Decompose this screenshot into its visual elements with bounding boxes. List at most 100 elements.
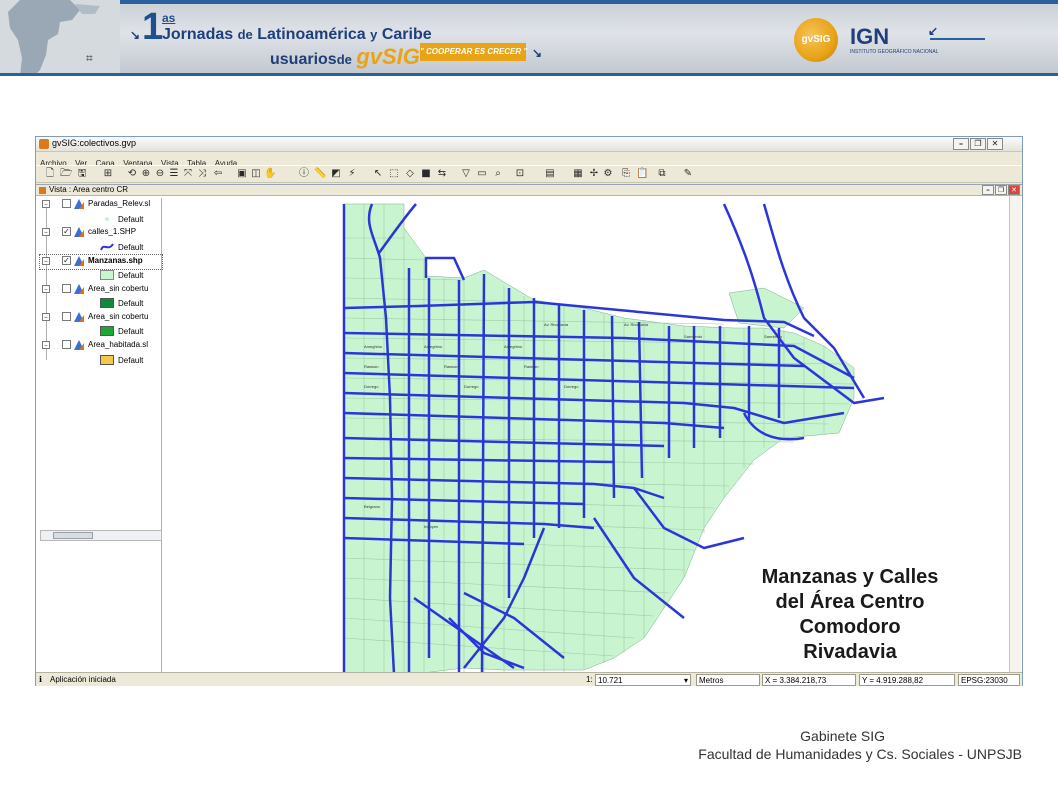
- close-button[interactable]: ✕: [987, 138, 1003, 150]
- ign-logo-subtitle: INSTITUTO GEOGRÁFICO NACIONAL: [850, 49, 939, 55]
- slide-title-line: Rivadavia: [803, 641, 897, 663]
- window-title: gvSIG:colectivos.gvp: [52, 138, 137, 148]
- zoom-extent-icon[interactable]: ⤨: [196, 168, 208, 180]
- minimize-button[interactable]: –: [953, 138, 969, 150]
- layer-name: Area_habitada.sl: [88, 340, 149, 349]
- scale-input[interactable]: 10.721 ▾: [595, 674, 691, 686]
- new-file-icon[interactable]: 🗋: [44, 168, 56, 180]
- menu-bar: Archivo Ver Capa Ventana Vista Tabla Ayu…: [36, 153, 1022, 168]
- layer-checkbox[interactable]: [62, 284, 71, 293]
- header-banner: ⌗ ↘ 1 as Jornadas de Latinoamérica y Car…: [0, 0, 1058, 76]
- zoom-in-icon[interactable]: ⊕: [140, 168, 152, 180]
- filter-icon[interactable]: ▽: [460, 168, 472, 180]
- toc-layer-row[interactable]: – Paradas_Relev.sl: [40, 198, 162, 212]
- collapse-icon[interactable]: –: [42, 341, 50, 349]
- info-icon[interactable]: ⓘ: [298, 168, 310, 180]
- units-field[interactable]: Metros: [696, 674, 760, 686]
- toc-layer-row[interactable]: – Area_sin cobertu: [40, 283, 162, 297]
- window-titlebar[interactable]: gvSIG:colectivos.gvp – ❐ ✕: [36, 137, 1022, 152]
- pan-back-icon[interactable]: ⇦: [212, 168, 224, 180]
- zoom-rect-icon[interactable]: ▣: [236, 168, 248, 180]
- scrollbar-thumb[interactable]: [53, 532, 93, 539]
- zoom-out-icon[interactable]: ⊖: [154, 168, 166, 180]
- layout-icon[interactable]: ⊡: [514, 168, 526, 180]
- pan-hand-icon[interactable]: ✋: [264, 168, 276, 180]
- toc-layer-row[interactable]: – Area_sin cobertu: [40, 311, 162, 325]
- copy-icon[interactable]: ⎘: [620, 168, 632, 180]
- measure-icon[interactable]: 📏: [314, 168, 326, 180]
- locator-icon[interactable]: ✢: [588, 168, 600, 180]
- search-icon[interactable]: ⌕: [492, 168, 504, 180]
- svg-text:Irigoyen: Irigoyen: [424, 524, 438, 529]
- open-folder-icon[interactable]: 🗁: [60, 168, 72, 180]
- toc-layer-row-selected[interactable]: – ✓ Manzanas.shp: [39, 254, 163, 270]
- fill-symbol-icon: [100, 355, 114, 365]
- zoom-select-icon[interactable]: ⤧: [182, 168, 194, 180]
- collapse-icon[interactable]: –: [42, 228, 50, 236]
- banner-top-border: [0, 0, 1058, 4]
- toc-layer-row[interactable]: – Area_habitada.sl: [40, 339, 162, 353]
- zoom-to-layer-icon[interactable]: ◫: [250, 168, 262, 180]
- edit-icon[interactable]: ✎: [682, 168, 694, 180]
- view-close-button[interactable]: ✕: [1008, 185, 1020, 195]
- rectangle-icon[interactable]: ▭: [476, 168, 488, 180]
- layer-checkbox[interactable]: ✓: [62, 227, 71, 236]
- toc-horizontal-scrollbar[interactable]: [40, 530, 162, 541]
- toc-layer-row[interactable]: – ✓ calles_1.SHP: [40, 226, 162, 240]
- vector-layer-icon: [74, 284, 84, 294]
- area-icon[interactable]: ◩: [330, 168, 342, 180]
- layer-checkbox[interactable]: [62, 312, 71, 321]
- settings-icon[interactable]: ⚙: [602, 168, 614, 180]
- view-minimize-button[interactable]: –: [982, 185, 994, 195]
- grid-icon[interactable]: ▦: [572, 168, 584, 180]
- select-polygon-icon[interactable]: ◇: [404, 168, 416, 180]
- invert-selection-icon[interactable]: ⇆: [436, 168, 448, 180]
- collapse-icon[interactable]: –: [42, 257, 50, 265]
- view-title: Vista : Area centro CR: [49, 185, 128, 194]
- layer-toc: – Paradas_Relev.sl Default – ✓ calles_1.…: [39, 198, 163, 674]
- layer-checkbox[interactable]: ✓: [62, 256, 71, 265]
- hyperlink-icon[interactable]: ⚡: [346, 168, 358, 180]
- fill-symbol-icon: [100, 298, 114, 308]
- view-maximize-button[interactable]: ❐: [995, 185, 1007, 195]
- ign-logo: IGN: [850, 24, 890, 49]
- maximize-button[interactable]: ❐: [970, 138, 986, 150]
- add-layer-icon[interactable]: ⊞: [102, 168, 114, 180]
- footer-institution: Facultad de Humanidades y Cs. Sociales -…: [698, 746, 1022, 762]
- banner-slogan: " COOPERAR ES CRECER ": [420, 43, 527, 61]
- legend-label: Default: [118, 271, 144, 280]
- vector-layer-icon: [74, 227, 84, 237]
- select-pointer-icon[interactable]: ↖: [372, 168, 384, 180]
- full-extent-icon[interactable]: ☰: [168, 168, 180, 180]
- select-area-icon[interactable]: ■: [420, 168, 432, 180]
- table-icon[interactable]: ▤: [544, 168, 556, 180]
- svg-text:Sarmiento: Sarmiento: [684, 334, 703, 339]
- layers-icon[interactable]: ⧉: [656, 168, 668, 180]
- collapse-icon[interactable]: –: [42, 285, 50, 293]
- svg-text:Belgrano: Belgrano: [364, 504, 381, 509]
- legend-label: Default: [118, 356, 144, 365]
- zoom-previous-icon[interactable]: ⟲: [126, 168, 138, 180]
- legend-label: Default: [118, 327, 144, 336]
- layer-name: Area_sin cobertu: [88, 312, 149, 321]
- banner-divider: [930, 38, 985, 40]
- view-titlebar[interactable]: Vista : Area centro CR – ❐ ✕: [36, 185, 1022, 196]
- svg-text:Ameghino: Ameghino: [504, 344, 523, 349]
- save-icon[interactable]: 🖫: [76, 168, 88, 180]
- layer-checkbox[interactable]: [62, 340, 71, 349]
- collapse-icon[interactable]: –: [42, 313, 50, 321]
- collapse-icon[interactable]: –: [42, 200, 50, 208]
- dropdown-arrow-icon[interactable]: ▾: [684, 675, 688, 687]
- slide-title-line: Comodoro: [799, 616, 901, 638]
- select-rect-icon[interactable]: ⬚: [388, 168, 400, 180]
- layer-name: Manzanas.shp: [88, 256, 143, 265]
- line-symbol-icon: [100, 243, 114, 251]
- arrow-icon: ↘: [532, 46, 543, 60]
- svg-text:Dorrego: Dorrego: [464, 384, 479, 389]
- layer-checkbox[interactable]: [62, 199, 71, 208]
- map-vertical-scrollbar[interactable]: [1009, 196, 1021, 673]
- banner-number: 1: [142, 6, 164, 48]
- gvsig-app-icon: [39, 139, 49, 149]
- paste-icon[interactable]: 📋: [636, 168, 648, 180]
- legend-label: Default: [118, 299, 144, 308]
